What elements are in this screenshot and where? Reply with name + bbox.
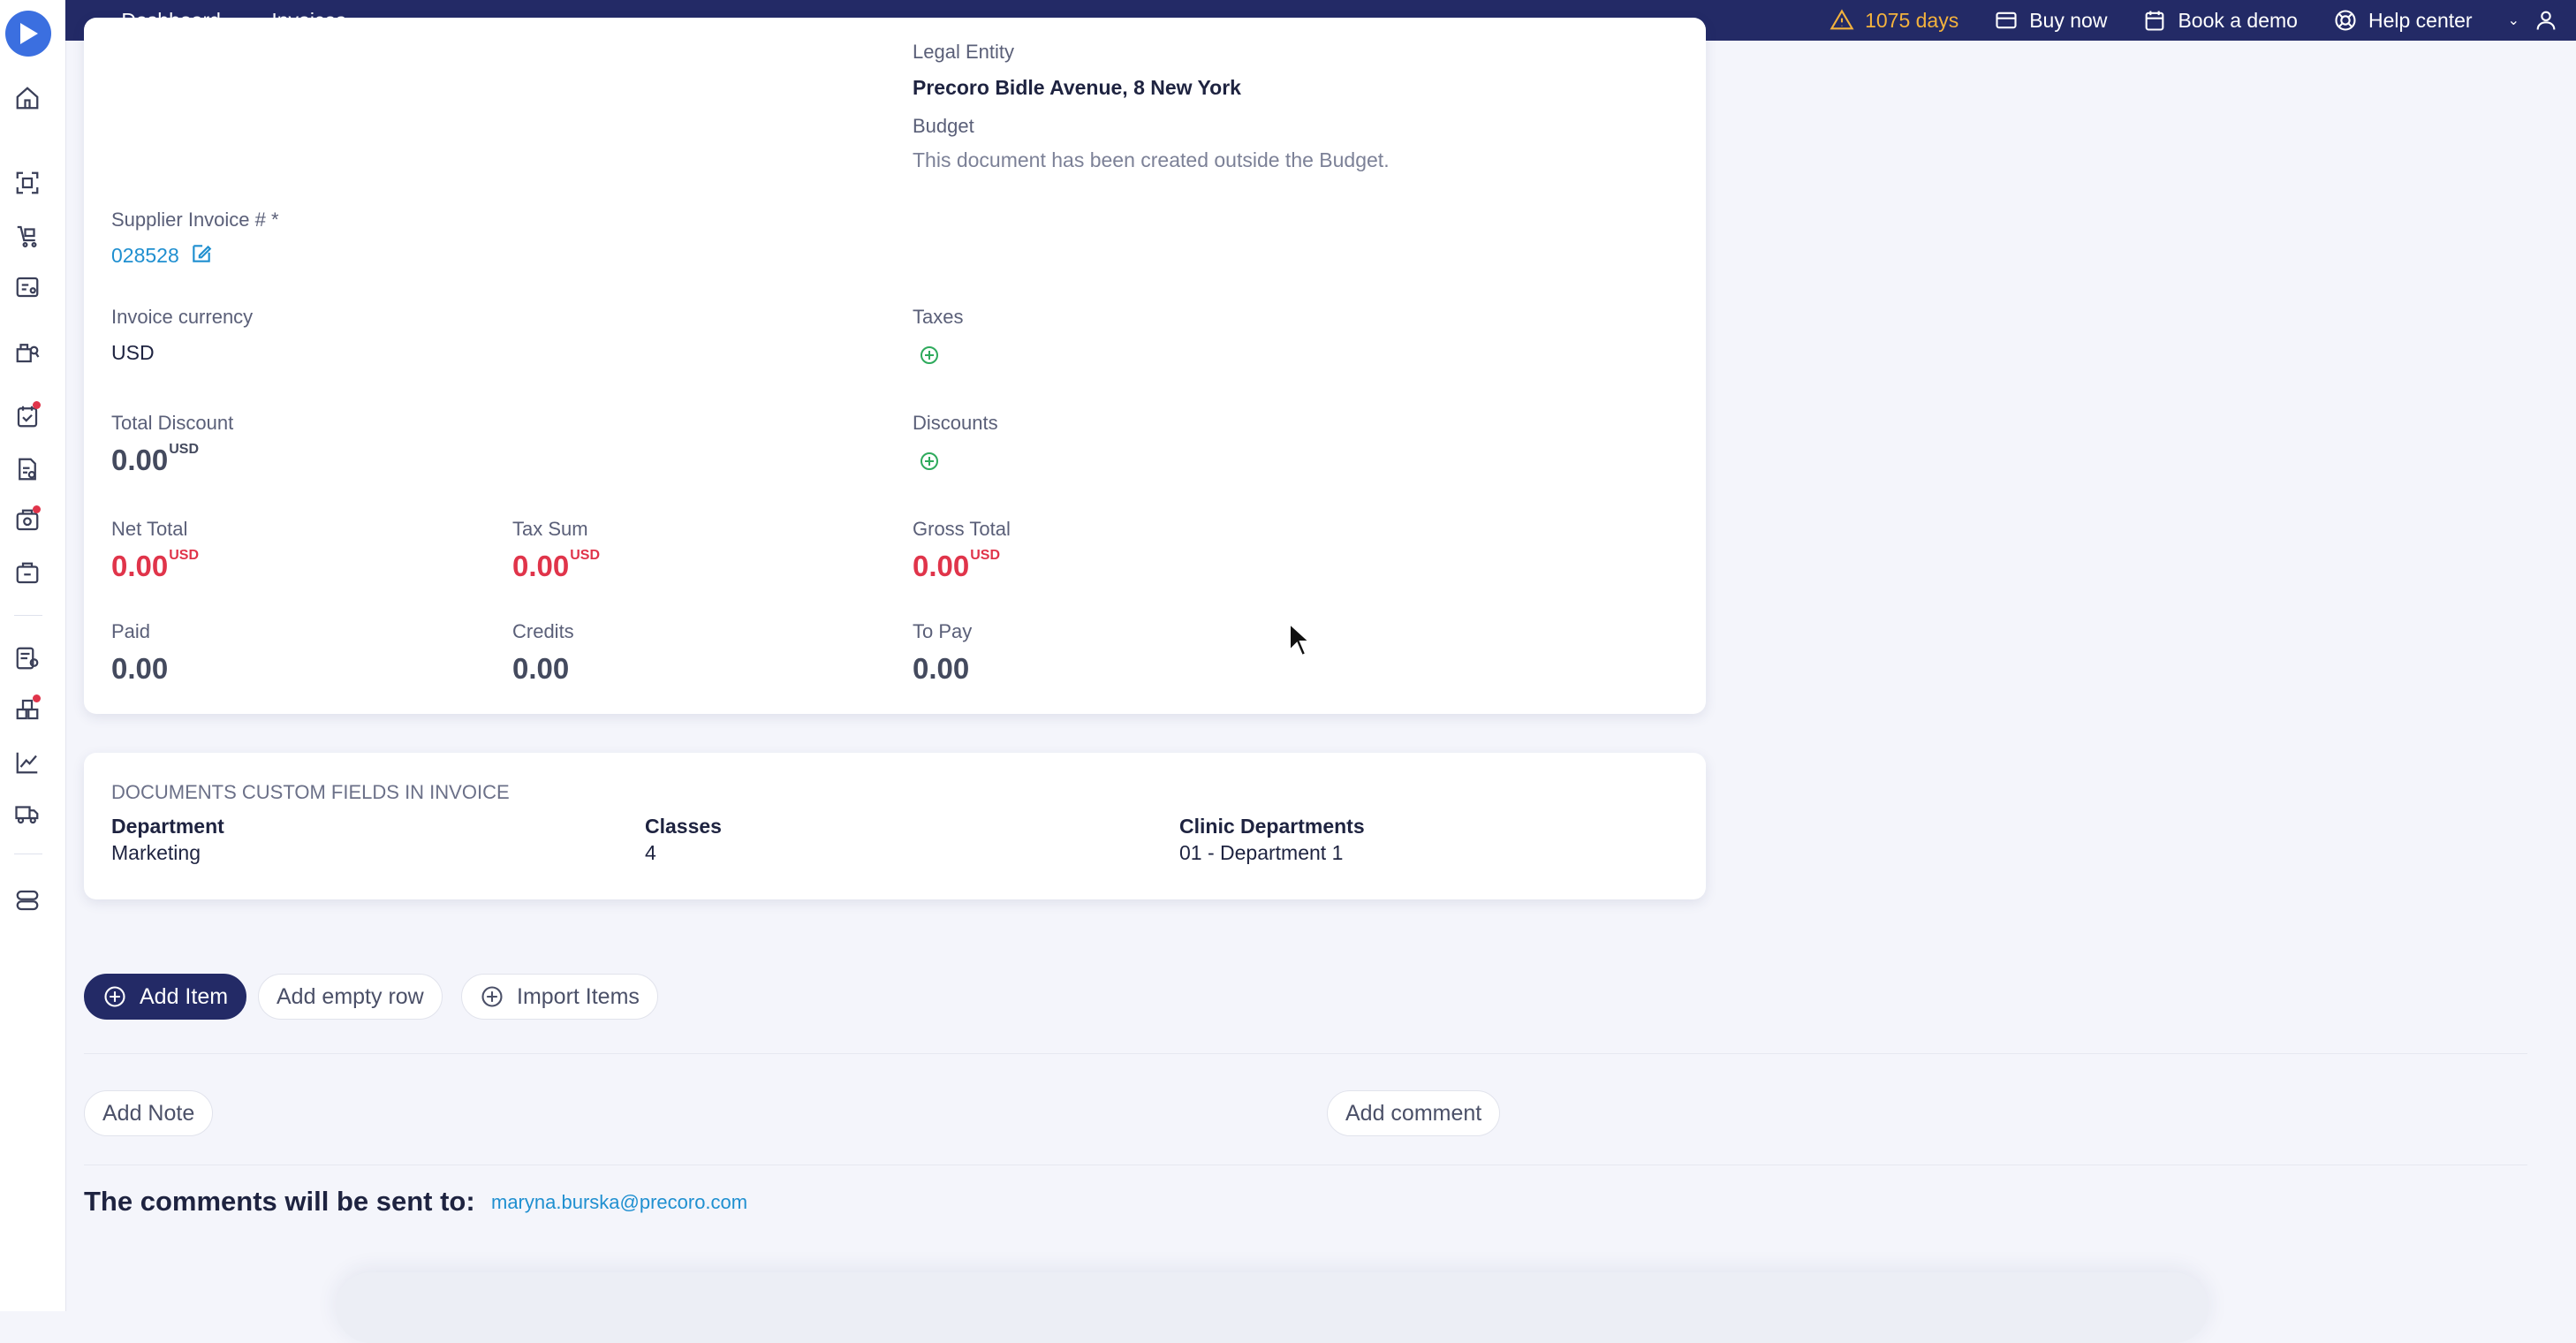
- paid-value: 0.00: [111, 652, 169, 685]
- import-items-button[interactable]: Import Items: [461, 974, 658, 1020]
- legal-entity-value: Precoro Bidle Avenue, 8 New York: [913, 76, 1241, 99]
- calendar-icon: [2146, 11, 2164, 31]
- to-pay-label: To Pay: [913, 620, 973, 642]
- custom-fields-card: DOCUMENTS CUSTOM FIELDS IN INVOICE Depar…: [84, 753, 1706, 899]
- add-discount-icon[interactable]: [919, 451, 940, 472]
- supplier-invoice-label: Supplier Invoice # *: [111, 209, 279, 231]
- add-note-label: Add Note: [102, 1100, 195, 1126]
- trial-days-indicator[interactable]: 1075 days: [1830, 8, 1959, 33]
- total-discount-value: 0.00USD: [111, 442, 200, 476]
- floating-panel: [336, 1272, 2209, 1343]
- invoice-details-card: Legal Entity Precoro Bidle Avenue, 8 New…: [84, 18, 1706, 714]
- analytics-icon[interactable]: [12, 747, 42, 778]
- notification-dot: [33, 694, 41, 702]
- suppliers-icon[interactable]: [12, 338, 42, 368]
- add-empty-row-button[interactable]: Add empty row: [258, 974, 443, 1020]
- gross-total-label: Gross Total: [913, 518, 1011, 540]
- warning-icon: [1830, 9, 1854, 30]
- add-item-label: Add Item: [140, 983, 229, 1009]
- supplier-invoice-value[interactable]: 028528: [111, 244, 179, 268]
- play-logo-icon: [20, 23, 38, 44]
- plus-circle-icon: [481, 986, 503, 1007]
- tax-sum-label: Tax Sum: [512, 518, 588, 540]
- precoro-logo[interactable]: [5, 11, 51, 57]
- custom-field-label: Department: [111, 815, 224, 838]
- budget-value: This document has been created outside t…: [913, 148, 1390, 171]
- trial-days-text: 1075 days: [1865, 8, 1959, 32]
- sidebar: [0, 0, 66, 1311]
- gross-total-value: 0.00USD: [913, 548, 1001, 582]
- net-total-value: 0.00USD: [111, 548, 200, 582]
- invoices-icon[interactable]: [12, 454, 42, 484]
- add-item-button[interactable]: Add Item: [84, 974, 247, 1020]
- plus-circle-icon: [104, 986, 125, 1007]
- user-icon: [2536, 11, 2556, 30]
- credit-card-icon: [1996, 11, 2017, 29]
- book-demo-label: Book a demo: [2178, 8, 2298, 32]
- buy-now-button[interactable]: Buy now: [1994, 8, 2107, 33]
- requests-icon[interactable]: [12, 272, 42, 302]
- purchase-cart-icon[interactable]: [12, 221, 42, 251]
- budget-label: Budget: [913, 115, 974, 137]
- import-items-label: Import Items: [517, 983, 640, 1009]
- invoice-currency-label: Invoice currency: [111, 306, 254, 328]
- add-tax-icon[interactable]: [919, 345, 940, 366]
- sidebar-divider: [14, 615, 42, 616]
- credits-value: 0.00: [512, 652, 570, 685]
- total-discount-label: Total Discount: [111, 412, 234, 434]
- legal-entity-label: Legal Entity: [913, 41, 1014, 63]
- add-empty-row-label: Add empty row: [277, 983, 424, 1009]
- custom-field-value: 4: [645, 841, 656, 864]
- edit-icon[interactable]: [190, 242, 213, 265]
- help-center-button[interactable]: Help center: [2333, 8, 2473, 33]
- discounts-label: Discounts: [913, 412, 998, 434]
- custom-fields-heading: DOCUMENTS CUSTOM FIELDS IN INVOICE: [111, 781, 510, 803]
- section-divider: [84, 1053, 2527, 1054]
- custom-field-label: Clinic Departments: [1179, 815, 1365, 838]
- comments-recipient-label: The comments will be sent to:: [84, 1186, 475, 1217]
- chevron-down-icon: ⌄: [2507, 13, 2519, 28]
- receipts-icon[interactable]: [12, 505, 42, 535]
- user-menu[interactable]: ⌄: [2508, 8, 2558, 33]
- mouse-cursor-icon: [1289, 622, 1311, 657]
- notification-dot: [33, 401, 41, 409]
- to-pay-value: 0.00: [913, 652, 970, 685]
- inventory-icon[interactable]: [12, 694, 42, 725]
- add-comment-button[interactable]: Add comment: [1327, 1090, 1501, 1136]
- settings-toggle-icon[interactable]: [12, 885, 42, 915]
- credits-label: Credits: [512, 620, 574, 642]
- lifebuoy-icon: [2335, 10, 2356, 31]
- delivery-truck-icon[interactable]: [12, 799, 42, 829]
- comments-recipient-email[interactable]: maryna.burska@precoro.com: [491, 1191, 747, 1214]
- buy-now-label: Buy now: [2029, 8, 2108, 32]
- notification-dot: [33, 505, 41, 513]
- approvals-icon[interactable]: [12, 401, 42, 431]
- add-comment-label: Add comment: [1345, 1100, 1482, 1126]
- net-total-label: Net Total: [111, 518, 188, 540]
- taxes-label: Taxes: [913, 306, 964, 328]
- home-icon[interactable]: [12, 83, 42, 113]
- help-center-label: Help center: [2368, 8, 2473, 32]
- custom-field-value: 01 - Department 1: [1179, 841, 1344, 864]
- custom-field-label: Classes: [645, 815, 722, 838]
- payments-icon[interactable]: [12, 558, 42, 588]
- paid-label: Paid: [111, 620, 151, 642]
- book-demo-button[interactable]: Book a demo: [2142, 8, 2298, 33]
- budgets-icon[interactable]: [12, 643, 42, 673]
- custom-field-value: Marketing: [111, 841, 201, 864]
- add-note-button[interactable]: Add Note: [84, 1090, 214, 1136]
- tax-sum-value: 0.00USD: [512, 548, 601, 582]
- invoice-currency-value: USD: [111, 341, 155, 364]
- scan-icon[interactable]: [12, 168, 42, 198]
